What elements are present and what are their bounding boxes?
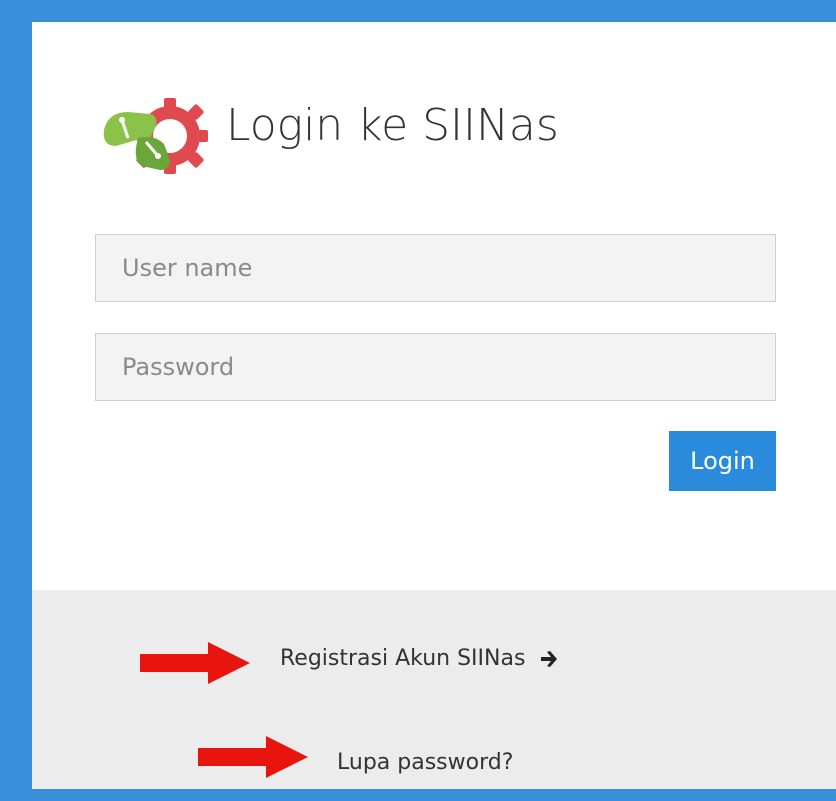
red-arrow-icon bbox=[198, 736, 308, 778]
page-frame: Login ke SIINas Login Registrasi Akun SI… bbox=[0, 0, 836, 801]
forgot-password-link[interactable]: Lupa password? bbox=[337, 750, 513, 775]
red-arrow-icon bbox=[140, 642, 250, 684]
register-link[interactable]: Registrasi Akun SIINas bbox=[280, 646, 559, 671]
password-input[interactable] bbox=[95, 333, 776, 401]
page-title: Login ke SIINas bbox=[226, 100, 559, 151]
login-button[interactable]: Login bbox=[669, 431, 776, 491]
login-card: Login ke SIINas Login Registrasi Akun SI… bbox=[32, 22, 836, 789]
username-input[interactable] bbox=[95, 234, 776, 302]
arrow-right-icon bbox=[541, 650, 558, 667]
register-link-label: Registrasi Akun SIINas bbox=[280, 646, 526, 671]
gear-logo-icon bbox=[103, 98, 208, 174]
footer-panel: Registrasi Akun SIINas Lupa password? bbox=[32, 590, 836, 789]
